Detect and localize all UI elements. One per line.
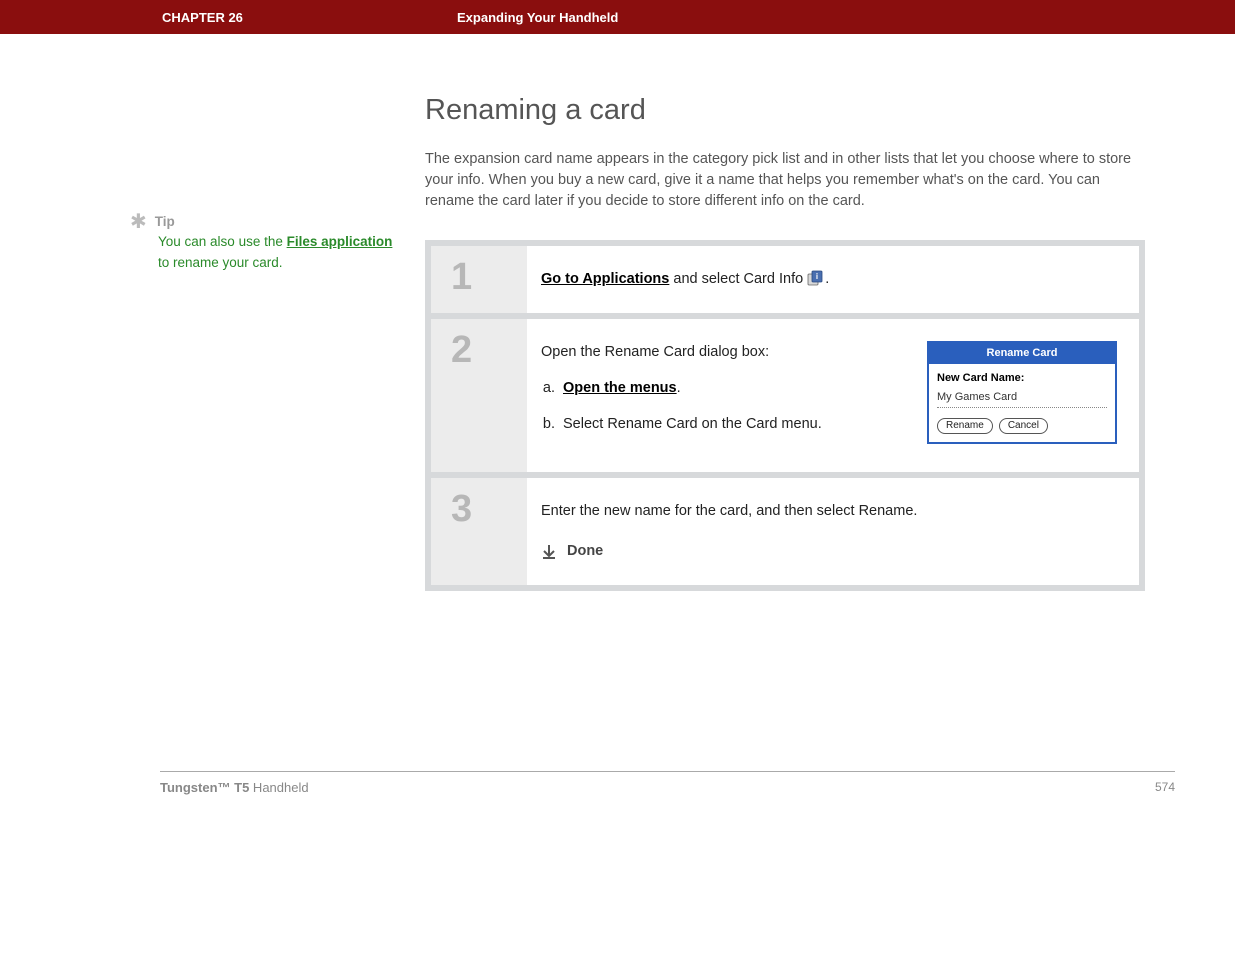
page-number: 574 [1155,780,1175,794]
step1-period: . [825,271,829,287]
tip-text-before: You can also use the [158,234,287,249]
step-number: 1 [451,258,507,296]
tip-text-after: to rename your card. [158,255,283,270]
footer-product-rest: Handheld [249,780,308,795]
step-row: 3 Enter the new name for the card, and t… [431,478,1139,585]
step-number-cell: 1 [431,246,527,312]
step2-lead: Open the Rename Card dialog box: [541,344,769,360]
tip-body: You can also use the Files application t… [158,232,395,273]
dialog-rename-button: Rename [937,418,993,434]
footer-product-bold: Tungsten™ T5 [160,780,249,795]
steps-container: 1 Go to Applications and select Card Inf… [425,240,1145,591]
open-menus-link[interactable]: Open the menus [563,380,677,396]
asterisk-icon: ✱ [130,212,147,232]
substep-b: Select Rename Card on the Card menu. [559,413,897,435]
dialog-title: Rename Card [929,343,1115,364]
page-title: Renaming a card [425,94,1145,127]
chapter-header: CHAPTER 26 Expanding Your Handheld [0,0,1235,34]
done-arrow-icon [541,544,557,560]
go-to-applications-link[interactable]: Go to Applications [541,271,669,287]
main-content: Renaming a card The expansion card name … [425,94,1145,591]
step-content: Enter the new name for the card, and the… [527,478,1139,585]
card-info-icon: i [807,270,825,286]
step-number: 3 [451,490,507,528]
done-label: Done [567,540,603,562]
step-number-cell: 2 [431,319,527,472]
rename-card-dialog: Rename Card New Card Name: My Games Card… [927,341,1117,444]
intro-paragraph: The expansion card name appears in the c… [425,149,1145,212]
step-row: 1 Go to Applications and select Card Inf… [431,246,1139,312]
done-row: Done [541,540,1117,562]
step2-substeps: Open the menus. Select Rename Card on th… [559,377,897,436]
svg-text:i: i [816,272,818,281]
chapter-title: Expanding Your Handheld [457,10,618,25]
step-content: Go to Applications and select Card Info … [527,246,1139,312]
tip-block: ✱ Tip You can also use the Files applica… [130,212,395,273]
tip-link[interactable]: Files application [287,234,393,249]
step-row: 2 Open the Rename Card dialog box: Open … [431,319,1139,472]
chapter-label: CHAPTER 26 [162,10,457,25]
dialog-field-value: My Games Card [937,389,1107,408]
page-footer: Tungsten™ T5 Handheld 574 [160,771,1175,795]
footer-product: Tungsten™ T5 Handheld [160,780,309,795]
dialog-cancel-button: Cancel [999,418,1048,434]
step-number: 2 [451,331,507,369]
tip-label: Tip [155,214,175,229]
step-content: Open the Rename Card dialog box: Open th… [527,319,1139,472]
step3-text: Enter the new name for the card, and the… [541,503,917,519]
sidebar: ✱ Tip You can also use the Files applica… [130,94,425,591]
step-number-cell: 3 [431,478,527,585]
dialog-field-label: New Card Name: [937,370,1107,387]
substep-a: Open the menus. [559,377,897,399]
step1-text: and select Card Info [669,271,807,287]
